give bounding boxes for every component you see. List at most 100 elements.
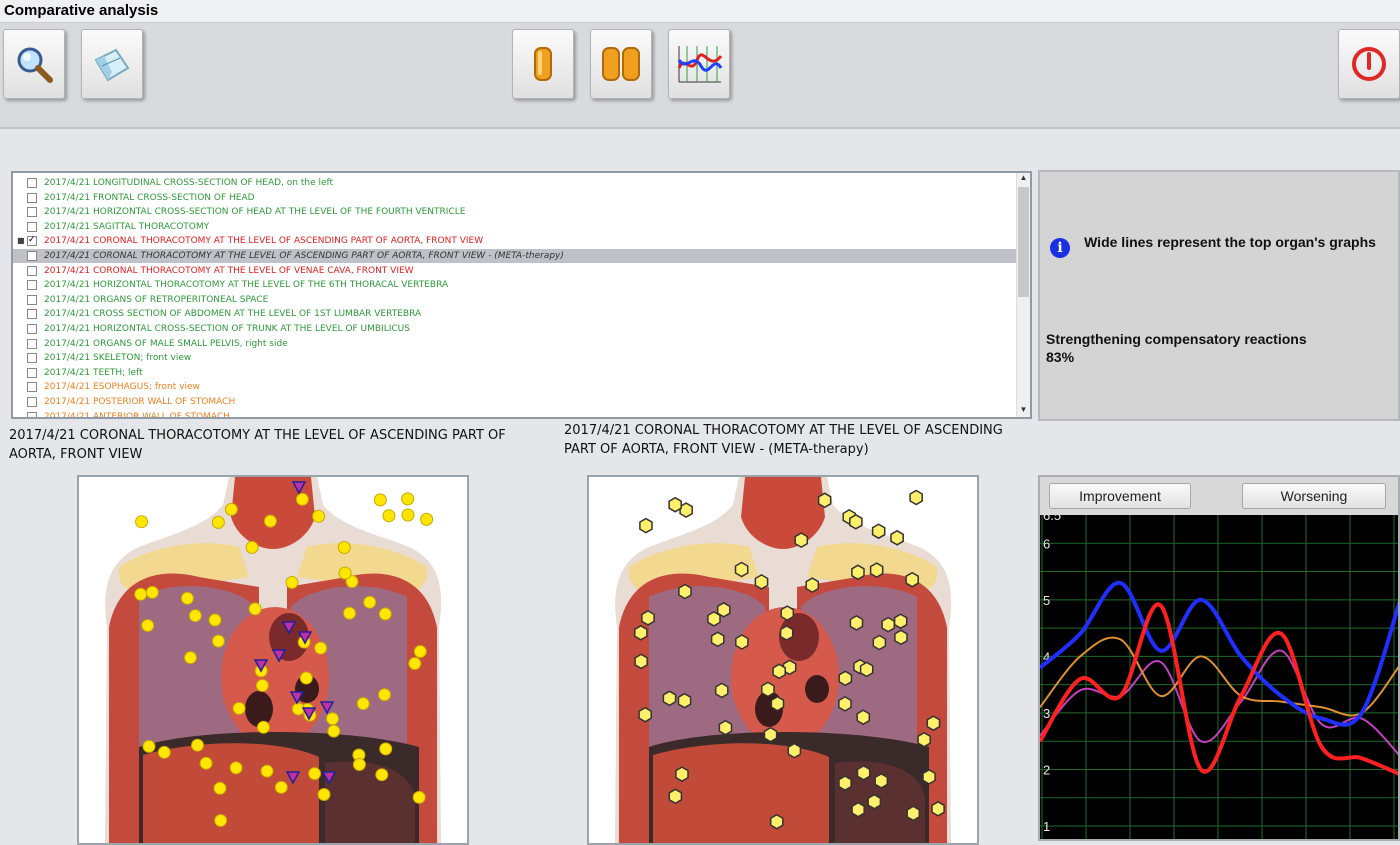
marker-dot (295, 492, 309, 506)
list-item[interactable]: 2017/4/21 ORGANS OF RETROPERITONEAL SPAC… (13, 293, 1017, 307)
list-item[interactable]: 2017/4/21 HORIZONTAL CROSS-SECTION OF TR… (13, 322, 1017, 336)
list-item[interactable]: 2017/4/21 HORIZONTAL CROSS-SECTION OF HE… (13, 205, 1017, 219)
list-item[interactable]: ■ 2017/4/21 CORONAL THORACOTOMY AT THE LE… (13, 233, 1017, 248)
marker-dot (412, 790, 426, 804)
ventricle-left (245, 691, 273, 727)
list-item-label: 2017/4/21 ORGANS OF MALE SMALL PELVIS, r… (44, 338, 288, 349)
info-stat-value: 83% (1046, 349, 1075, 365)
list-item[interactable]: 2017/4/21 SAGITTAL THORACOTOMY (13, 220, 1017, 234)
marker-hexagon (734, 561, 749, 578)
list-item-checkbox[interactable] (27, 251, 37, 261)
single-capsule-icon (534, 47, 552, 81)
marker-dot (379, 742, 393, 756)
marker-hexagon (735, 634, 749, 650)
y-tick-label: 5 (1043, 593, 1050, 608)
list-item-checkbox[interactable] (27, 338, 37, 349)
marker-hexagon (668, 788, 683, 805)
y-tick-label: 1 (1043, 819, 1050, 834)
marker-dot (229, 761, 243, 775)
scroll-up-icon[interactable]: ▲ (1017, 173, 1030, 185)
list-item-label: 2017/4/21 ANTERIOR WALL OF STOMACH (44, 411, 230, 419)
list-item-checkbox[interactable] (27, 221, 37, 232)
list-item[interactable]: 2017/4/21 ESOPHAGUS; front view (13, 380, 1017, 394)
list-item-checkbox[interactable] (27, 265, 37, 276)
right-anatomy-image (587, 475, 979, 845)
right-caption: 2017/4/21 CORONAL THORACOTOMY AT THE LEV… (564, 423, 1003, 457)
list-item-label: 2017/4/21 SKELETON; front view (44, 353, 192, 364)
list-item[interactable]: 2017/4/21 LONGITUDINAL CROSS-SECTION OF … (13, 176, 1017, 190)
list-item-checkbox[interactable] (27, 280, 37, 291)
left-caption: 2017/4/21 CORONAL THORACOTOMY AT THE LEV… (9, 428, 506, 462)
marker-dot (248, 602, 262, 616)
list-item-checkbox[interactable] (27, 294, 37, 305)
list-item-checkbox[interactable] (27, 233, 37, 247)
eraser-icon (94, 48, 130, 82)
list-item[interactable]: 2017/4/21 HORIZONTAL THORACOTOMY AT THE … (13, 278, 1017, 292)
marker-hexagon (817, 492, 832, 509)
marker-dot (180, 591, 194, 605)
right-anatomy-illustration (615, 477, 952, 843)
scroll-thumb[interactable] (1018, 187, 1029, 297)
clear-button[interactable] (81, 29, 143, 99)
dual-view-button[interactable] (590, 29, 652, 99)
list-item-label: 2017/4/21 CORONAL THORACOTOMY AT THE LEV… (44, 251, 564, 261)
marker-hexagon (856, 709, 871, 726)
list-item[interactable]: 2017/4/21 ORGANS OF MALE SMALL PELVIS, r… (13, 337, 1017, 351)
marker-dot (211, 634, 225, 648)
marker-dot (401, 508, 415, 522)
improvement-button[interactable]: Improvement (1049, 483, 1191, 509)
marker-hexagon (869, 562, 884, 578)
liver (143, 743, 319, 843)
marker-hexagon (851, 801, 865, 818)
list-item-checkbox[interactable] (27, 397, 37, 407)
marker-dot (191, 738, 204, 752)
marker-dot (317, 788, 331, 801)
window-title: Comparative analysis (4, 2, 159, 19)
marker-hexagon (890, 529, 904, 546)
list-item-checkbox[interactable] (27, 353, 37, 364)
marker-hexagon (871, 523, 886, 540)
list-item-label: 2017/4/21 ORGANS OF RETROPERITONEAL SPAC… (44, 294, 269, 305)
info-panel: i Wide lines represent the top organ's g… (1038, 170, 1400, 421)
list-item-checkbox[interactable] (27, 382, 37, 393)
list-scrollbar[interactable]: ▲ ▼ (1016, 173, 1030, 417)
marker-dot (255, 679, 269, 692)
list-item-label: 2017/4/21 HORIZONTAL CROSS-SECTION OF HE… (44, 207, 466, 218)
single-view-button[interactable] (512, 29, 574, 99)
list-item-checkbox[interactable] (27, 207, 37, 218)
list-item[interactable]: 2017/4/21 CORONAL THORACOTOMY AT THE LEV… (13, 249, 1017, 263)
list-item[interactable]: 2017/4/21 ANTERIOR WALL OF STOMACH (13, 410, 1017, 419)
marker-dot (184, 651, 197, 665)
session-list[interactable]: 2017/4/21 LONGITUDINAL CROSS-SECTION OF … (11, 171, 1032, 419)
info-stat: Strengthening compensatory reactions 83% (1046, 330, 1307, 366)
marker-dot (285, 576, 299, 589)
list-item-label: 2017/4/21 CROSS SECTION OF ABDOMEN AT TH… (44, 309, 422, 320)
marker-dot (224, 502, 238, 516)
list-item[interactable]: 2017/4/21 TEETH; left (13, 366, 1017, 380)
list-item[interactable]: 2017/4/21 CROSS SECTION OF ABDOMEN AT TH… (13, 307, 1017, 321)
list-item-checkbox[interactable] (27, 411, 37, 417)
list-item[interactable]: 2017/4/21 CORONAL THORACOTOMY AT THE LEV… (13, 264, 1017, 278)
list-item-checkbox[interactable] (27, 192, 37, 203)
list-item[interactable]: 2017/4/21 FRONTAL CROSS-SECTION OF HEAD (13, 191, 1017, 205)
search-button[interactable] (3, 29, 65, 99)
marker-dot (326, 712, 339, 726)
list-item[interactable]: 2017/4/21 POSTERIOR WALL OF STOMACH (13, 395, 1017, 409)
marker-hexagon (838, 696, 852, 712)
list-item-checkbox[interactable] (27, 367, 37, 378)
list-item-checkbox[interactable] (27, 324, 37, 334)
scroll-down-icon[interactable]: ▼ (1017, 405, 1030, 417)
marker-hexagon (641, 610, 655, 626)
marker-dot (257, 720, 270, 734)
list-item-checkbox[interactable] (27, 178, 37, 188)
power-button[interactable] (1338, 29, 1400, 99)
graph-button[interactable] (668, 29, 730, 99)
worsening-button[interactable]: Worsening (1242, 483, 1386, 509)
marker-hexagon (874, 773, 889, 789)
marker-hexagon (787, 742, 802, 759)
list-item-checkbox[interactable] (27, 309, 37, 320)
marker-hexagon (849, 615, 864, 631)
marker-hexagon (668, 496, 682, 513)
list-item[interactable]: 2017/4/21 SKELETON; front view (13, 351, 1017, 365)
list-item-label: 2017/4/21 HORIZONTAL THORACOTOMY AT THE … (44, 280, 449, 291)
